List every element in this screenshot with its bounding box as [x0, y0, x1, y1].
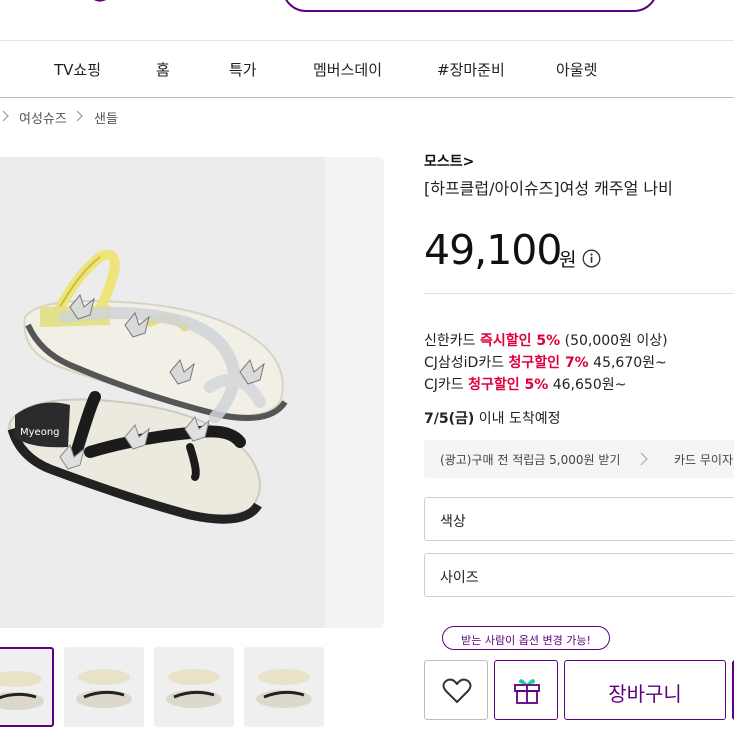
- brand-link[interactable]: 모스트>: [424, 151, 474, 171]
- benefit-cj-card: CJ카드 청구할인 5% 46,650원~: [424, 377, 627, 393]
- nav-item-home[interactable]: 홈: [156, 59, 170, 80]
- nav-item-special[interactable]: 특가: [229, 59, 257, 80]
- nav-divider: [0, 97, 734, 98]
- ad-banner-interest-free[interactable]: 카드 무이자: [674, 451, 733, 468]
- thumbnail-4[interactable]: [244, 647, 324, 727]
- benefit-shinhan: 신한카드 즉시할인 5% (50,000원 이상): [424, 333, 668, 349]
- add-to-cart-button[interactable]: 장바구니: [564, 660, 726, 720]
- thumbnail-1[interactable]: [0, 647, 54, 727]
- ad-banner-points[interactable]: (광고)구매 전 적립금 5,000원 받기: [440, 451, 620, 468]
- chevron-right-icon: [2, 110, 9, 122]
- gift-tooltip: 받는 사람이 옵션 변경 가능!: [442, 626, 610, 650]
- sandal-photo: Myeong: [7, 249, 288, 524]
- breadcrumb-item-sandals[interactable]: 샌들: [94, 108, 118, 127]
- nav-item-outlet[interactable]: 아울렛: [556, 59, 597, 80]
- delivery-estimate: 7/5(금) 이내 도착예정: [424, 411, 561, 427]
- nav-item-tv-shopping[interactable]: TV쇼핑: [54, 59, 101, 80]
- chevron-right-icon: [640, 452, 648, 466]
- image-watermark: Myeong: [20, 427, 60, 438]
- nav-item-members-day[interactable]: 멤버스데이: [313, 59, 382, 80]
- option-select-color[interactable]: 색상: [424, 497, 734, 541]
- nav-item-rainy-season[interactable]: #장마준비: [437, 59, 505, 80]
- product-main-image[interactable]: Myeong: [0, 157, 384, 628]
- price-divider: [424, 293, 734, 294]
- search-input[interactable]: [282, 0, 658, 12]
- logo-fragment: [94, 0, 106, 2]
- wishlist-button[interactable]: [424, 660, 488, 720]
- option-select-size[interactable]: 사이즈: [424, 553, 734, 597]
- breadcrumb-item-womens-shoes[interactable]: 여성슈즈: [19, 108, 67, 127]
- main-nav: TV쇼핑 홈 특가 멤버스데이 #장마준비 아울렛: [0, 41, 734, 97]
- chevron-right-icon: [76, 110, 83, 122]
- heart-icon: [442, 678, 472, 703]
- gift-icon: [514, 679, 540, 704]
- product-title: [하프클럽/아이슈즈]여성 캐주얼 나비: [424, 179, 673, 198]
- gift-button[interactable]: [494, 660, 558, 720]
- ad-banner[interactable]: (광고)구매 전 적립금 5,000원 받기 카드 무이자: [424, 440, 734, 478]
- benefit-cj-samsung: CJ삼성iD카드 청구할인 7% 45,670원~: [424, 355, 667, 371]
- info-icon[interactable]: [582, 249, 601, 268]
- price-currency: 원: [559, 249, 577, 271]
- product-price: 49,100: [424, 226, 562, 274]
- thumbnail-3[interactable]: [154, 647, 234, 727]
- thumbnail-2[interactable]: [64, 647, 144, 727]
